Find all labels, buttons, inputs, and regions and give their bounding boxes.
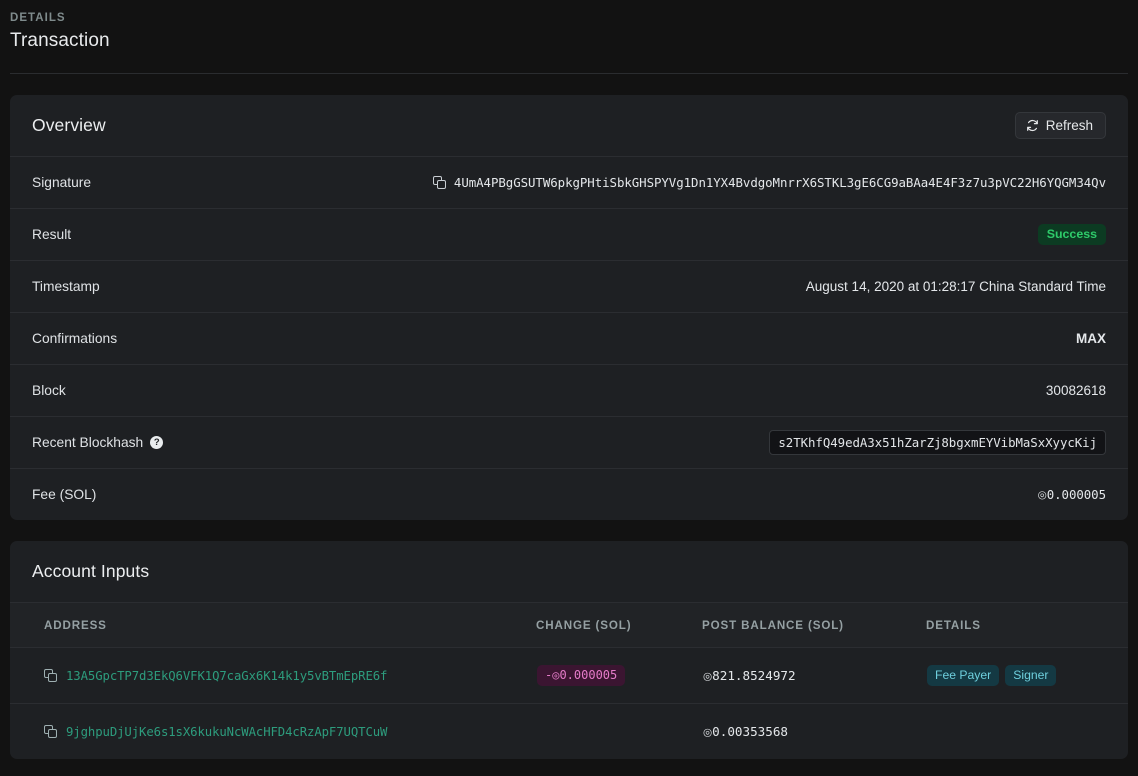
cell-details: Fee Payer Signer [926,647,1128,704]
cell-change: -◎0.000005 [536,647,702,704]
detail-badge-fee-payer: Fee Payer [927,664,1000,687]
status-badge: Success [1037,223,1106,246]
table-row: 9jghpuDjUjKe6s1sX6kukuNcWAcHFD4cRzApF7UQ… [10,703,1128,759]
column-header-post-balance: POST BALANCE (SOL) [702,602,926,648]
transaction-details-page: DETAILS Transaction Overview Refresh Sig… [0,0,1138,776]
cell-post-balance: ◎0.00353568 [702,703,926,759]
refresh-button-label: Refresh [1045,117,1093,133]
row-label-result: Result [32,227,72,242]
table-head: ADDRESS CHANGE (SOL) POST BALANCE (SOL) … [10,602,1128,648]
account-inputs-title: Account Inputs [32,561,150,581]
copy-icon[interactable] [44,725,57,738]
overview-title: Overview [32,115,106,135]
column-header-details: DETAILS [926,602,1128,648]
refresh-button[interactable]: Refresh [1014,111,1106,140]
post-balance-number: 0.00353568 [712,724,788,739]
cell-details [926,703,1128,759]
row-fee: Fee (SOL) ◎ 0.000005 [10,468,1128,520]
row-label-recent-blockhash: Recent Blockhash ? [32,435,164,450]
address-link[interactable]: 9jghpuDjUjKe6s1sX6kukuNcWAcHFD4cRzApF7UQ… [66,725,387,739]
row-label-signature: Signature [32,175,92,190]
overview-card-header: Overview Refresh [10,95,1128,156]
page-title: Transaction [10,30,110,51]
address-link[interactable]: 13A5GpcTP7d3EkQ6VFK1Q7caGx6K14k1y5vBTmEp… [66,669,387,683]
post-balance-number: 821.8524972 [712,668,796,683]
signature-value: 4UmA4PBgGSUTW6pkgPHtiSbkGHSPYVg1Dn1YX4Bv… [453,175,1106,190]
copy-icon[interactable] [432,176,446,189]
cell-address: 13A5GpcTP7d3EkQ6VFK1Q7caGx6K14k1y5vBTmEp… [10,647,536,704]
row-value-signature: 4UmA4PBgGSUTW6pkgPHtiSbkGHSPYVg1Dn1YX4Bv… [432,175,1106,190]
recent-blockhash-value: s2TKhfQ49edA3x51hZarZj8bgxmEYVibMaSxXyyc… [769,430,1106,455]
column-header-change: CHANGE (SOL) [536,602,702,648]
row-signature: Signature 4UmA4PBgGSUTW6pkgPHtiSbkGHSPYV… [10,156,1128,208]
table-header-row: ADDRESS CHANGE (SOL) POST BALANCE (SOL) … [10,602,1128,648]
row-value-result: Success [1037,223,1106,246]
block-value[interactable]: 30082618 [1046,383,1106,398]
row-value-recent-blockhash: s2TKhfQ49edA3x51hZarZj8bgxmEYVibMaSxXyyc… [769,430,1106,455]
row-label-fee: Fee (SOL) [32,487,97,502]
table-body: 13A5GpcTP7d3EkQ6VFK1Q7caGx6K14k1y5vBTmEp… [10,647,1128,759]
info-icon[interactable]: ? [150,436,164,449]
row-timestamp: Timestamp August 14, 2020 at 01:28:17 Ch… [10,260,1128,312]
row-confirmations: Confirmations MAX [10,312,1128,364]
timestamp-value: August 14, 2020 at 01:28:17 China Standa… [805,279,1106,294]
row-recent-blockhash: Recent Blockhash ? s2TKhfQ49edA3x51hZarZ… [10,416,1128,468]
row-label-confirmations: Confirmations [32,331,118,346]
change-badge: -◎0.000005 [537,665,626,686]
refresh-icon [1026,119,1039,132]
row-label-block: Block [32,383,66,398]
breadcrumb-details: DETAILS [10,12,66,24]
cell-post-balance: ◎821.8524972 [702,647,926,704]
overview-card: Overview Refresh Signature 4UmA4PBgGSUTW [10,95,1128,520]
row-label-timestamp: Timestamp [32,279,100,294]
row-result: Result Success [10,208,1128,260]
fee-value: 0.000005 [1046,487,1106,502]
row-block: Block 30082618 [10,364,1128,416]
header-divider [10,73,1128,74]
column-header-address: ADDRESS [10,602,536,648]
copy-icon[interactable] [44,669,57,682]
sol-symbol-icon: ◎ [703,670,713,683]
account-inputs-card: Account Inputs ADDRESS CHANGE (SOL) POST… [10,541,1128,759]
confirmations-value: MAX [1076,331,1106,346]
recent-blockhash-label-text: Recent Blockhash [32,435,144,450]
account-inputs-table: ADDRESS CHANGE (SOL) POST BALANCE (SOL) … [10,602,1128,759]
table-row: 13A5GpcTP7d3EkQ6VFK1Q7caGx6K14k1y5vBTmEp… [10,647,1128,704]
row-value-fee: ◎ 0.000005 [1038,487,1106,502]
cell-address: 9jghpuDjUjKe6s1sX6kukuNcWAcHFD4cRzApF7UQ… [10,703,536,759]
post-balance-value: ◎0.00353568 [703,724,788,739]
page-header: DETAILS Transaction [0,0,1138,52]
detail-badge-signer: Signer [1005,664,1057,687]
sol-symbol-icon: ◎ [1037,488,1047,501]
cell-change [536,703,702,759]
account-inputs-card-header: Account Inputs [10,541,1128,602]
sol-symbol-icon: ◎ [703,726,713,739]
post-balance-value: ◎821.8524972 [703,668,796,683]
